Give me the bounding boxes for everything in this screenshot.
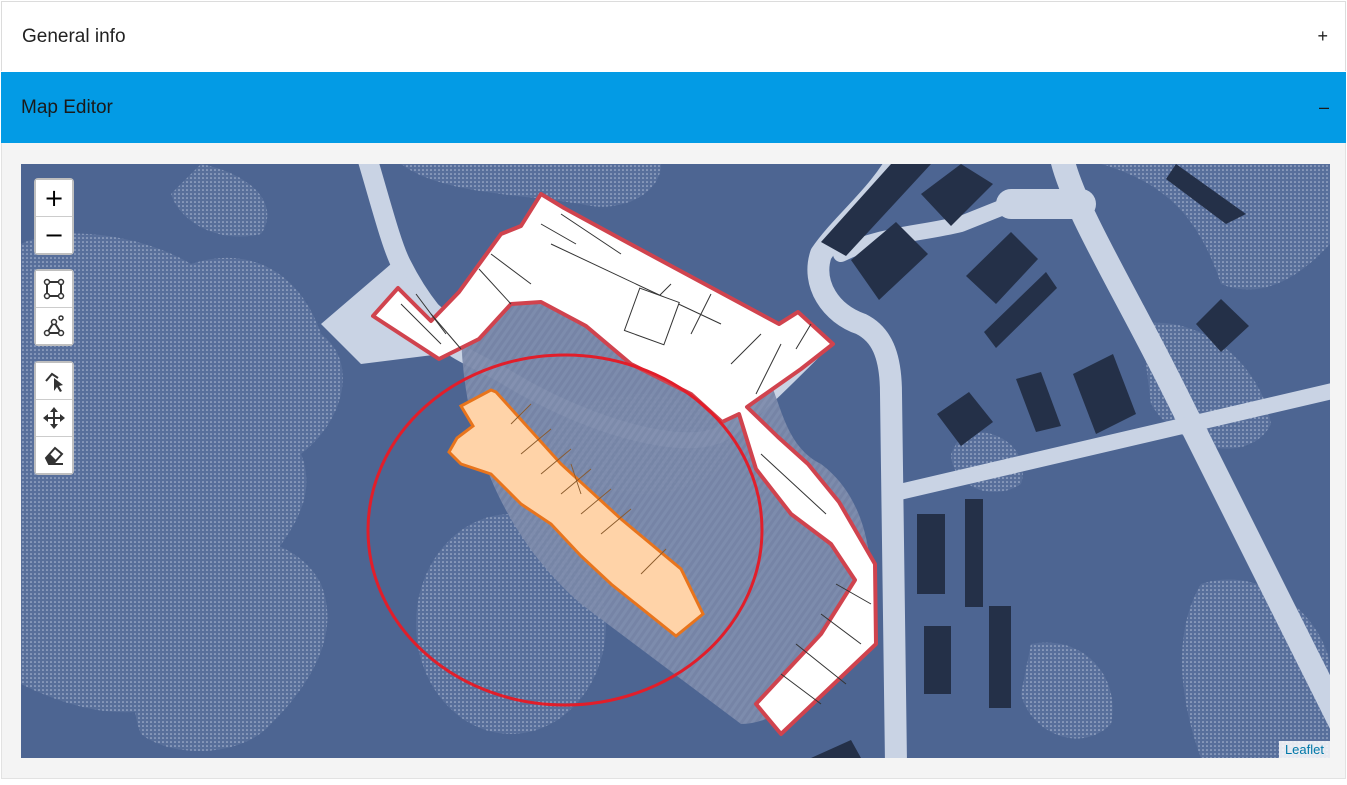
zoom-in-button[interactable]: +	[36, 180, 72, 217]
leaflet-attribution-link[interactable]: Leaflet	[1278, 741, 1330, 758]
drag-move-icon[interactable]	[36, 400, 72, 437]
draw-rectangle-icon[interactable]	[36, 271, 72, 308]
general-info-title: General info	[22, 25, 126, 47]
edit-toolbar	[34, 361, 74, 475]
map-tiles	[21, 164, 1330, 758]
general-info-panel-header[interactable]: General info +	[1, 1, 1346, 71]
collapse-toggle-icon[interactable]: –	[1319, 97, 1329, 118]
eraser-icon[interactable]	[36, 437, 72, 473]
expand-toggle-icon[interactable]: +	[1317, 26, 1328, 47]
draw-toolbar	[34, 269, 74, 346]
map-editor-title: Map Editor	[21, 96, 113, 118]
zoom-out-button[interactable]: −	[36, 217, 72, 253]
draw-polygon-icon[interactable]	[36, 308, 72, 344]
map-canvas[interactable]: + − Leaflet	[21, 164, 1330, 758]
zoom-control: + −	[34, 178, 74, 255]
map-editor-panel-header[interactable]: Map Editor –	[1, 72, 1346, 143]
edit-vertices-icon[interactable]	[36, 363, 72, 400]
